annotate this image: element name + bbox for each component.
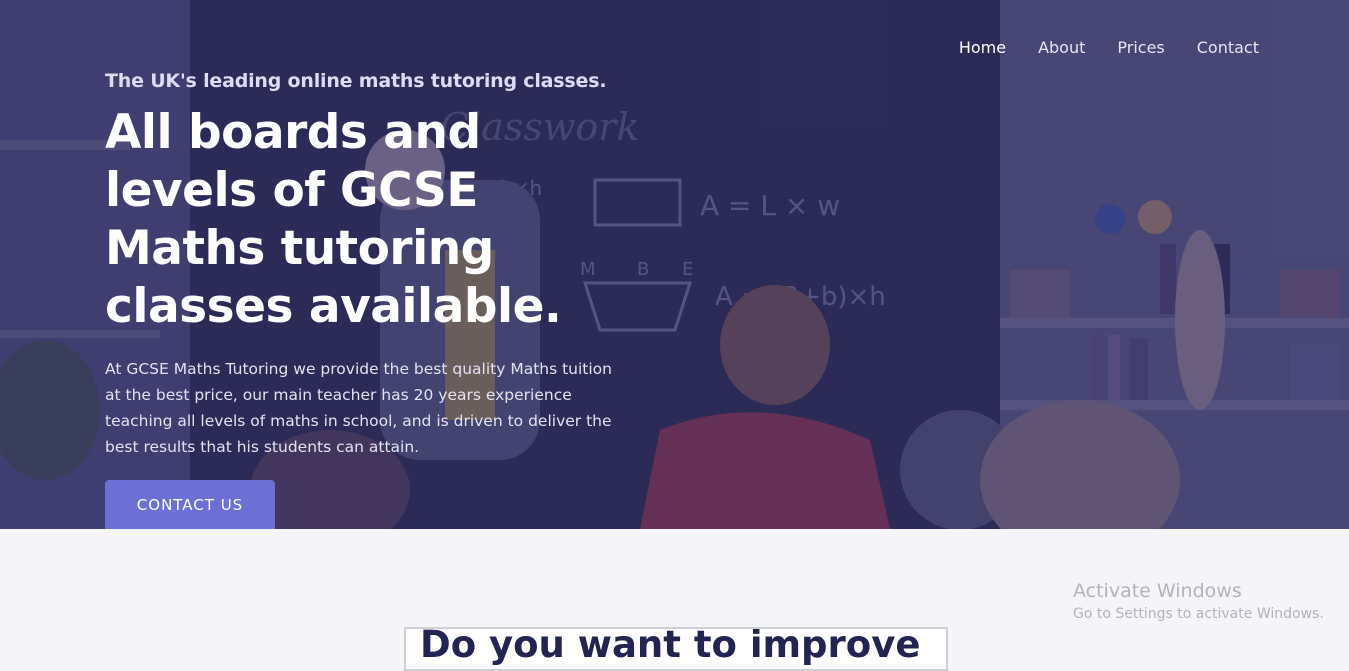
nav-about-link[interactable]: About (1038, 38, 1085, 57)
contact-us-button[interactable]: CONTACT US (105, 480, 275, 529)
hero-content: The UK's leading online maths tutoring c… (105, 70, 635, 460)
hero-description: At GCSE Maths Tutoring we provide the be… (105, 360, 612, 456)
nav-contact-link[interactable]: Contact (1197, 38, 1259, 57)
main-nav: Home About Prices Contact (959, 38, 1259, 57)
nav-prices-link[interactable]: Prices (1117, 38, 1164, 57)
watermark-subtitle: Go to Settings to activate Windows. (1073, 606, 1324, 622)
hero-tagline: The UK's leading online maths tutoring c… (105, 70, 607, 92)
section-heading: Do you want to improve (420, 627, 921, 666)
windows-activation-watermark: Activate Windows Go to Settings to activ… (1073, 580, 1324, 622)
watermark-title: Activate Windows (1073, 580, 1242, 602)
nav-home-link[interactable]: Home (959, 38, 1006, 57)
hero-headline: All boards and levels of GCSE Maths tuto… (105, 105, 562, 334)
hero-banner: Classwork A = L × w b×h 2 A = (B+b)×h M … (0, 0, 1349, 529)
section-heading-box: Do you want to improve (404, 627, 948, 671)
